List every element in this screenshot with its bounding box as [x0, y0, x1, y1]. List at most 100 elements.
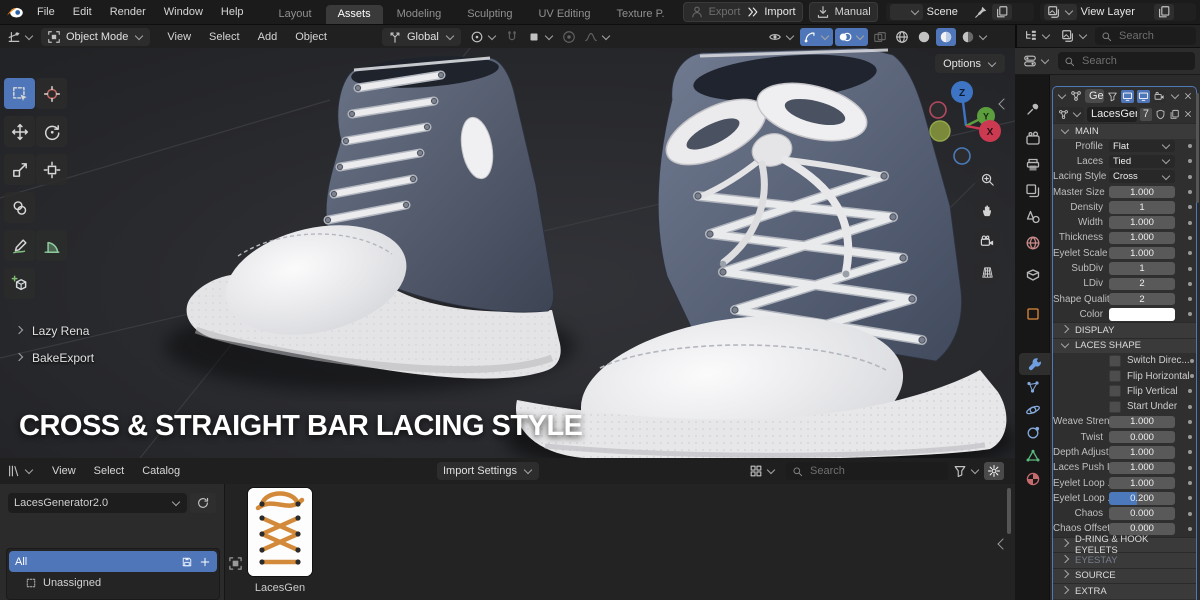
pivot-point-button[interactable] [467, 28, 500, 46]
asset-thumbnail[interactable] [248, 488, 312, 576]
asset-sidebar-collapse-icon[interactable] [997, 538, 1008, 549]
scene-close-icon[interactable] [1016, 5, 1030, 19]
mode-dropdown[interactable]: Object Mode [41, 28, 150, 46]
asset-menu-catalog[interactable]: Catalog [133, 465, 189, 477]
blender-logo-icon[interactable] [6, 3, 24, 21]
measure-tool-button[interactable] [36, 230, 67, 261]
asset-menu-select[interactable]: Select [85, 465, 134, 477]
animate-dot[interactable] [1188, 159, 1192, 163]
display-render-toggle[interactable] [1153, 90, 1166, 103]
viewport-menu-add[interactable]: Add [249, 31, 287, 43]
weave-stren-field[interactable]: 1.000 [1109, 416, 1175, 429]
tab-particles-tab[interactable] [1019, 376, 1047, 398]
laces-dropdown[interactable]: Tied [1109, 155, 1175, 168]
move-tool-button[interactable] [4, 116, 35, 147]
animate-dot[interactable] [1188, 405, 1192, 409]
annotate-tool-button[interactable] [4, 230, 35, 261]
zoom-in-button[interactable] [974, 166, 1000, 192]
shape-quality-field[interactable]: 2 [1109, 293, 1175, 306]
funnel-icon[interactable] [1107, 91, 1118, 102]
scene-copy-button[interactable] [992, 4, 1012, 20]
flip-vertical-checkbox[interactable] [1109, 385, 1121, 397]
catalog-all[interactable]: All [9, 551, 217, 572]
tab-render-tab[interactable] [1019, 128, 1047, 150]
visibility-eye-button[interactable] [765, 28, 798, 46]
properties-editor-type-button[interactable] [1020, 52, 1053, 70]
blob-tool-button[interactable] [4, 192, 35, 223]
properties-search-input[interactable] [1080, 54, 1189, 68]
settings-gear-button[interactable] [984, 462, 1004, 480]
asset-scrollbar[interactable] [1007, 488, 1011, 534]
animate-dot[interactable] [1188, 190, 1192, 194]
menu-render[interactable]: Render [101, 6, 155, 18]
import-settings-dropdown[interactable]: Import Settings [437, 462, 539, 480]
snap-target-button[interactable] [524, 28, 557, 46]
animate-dot[interactable] [1188, 450, 1192, 454]
filter-button[interactable] [950, 462, 983, 480]
animate-dot[interactable] [1188, 297, 1192, 301]
viewport-menu-object[interactable]: Object [286, 31, 336, 43]
properties-search[interactable] [1058, 52, 1195, 70]
tab-data-tab[interactable] [1019, 445, 1047, 467]
display-realtime-toggle[interactable] [1137, 90, 1150, 103]
animate-dot[interactable] [1188, 144, 1192, 148]
asset-editor-type-button[interactable] [4, 462, 37, 480]
node-group-name[interactable]: LacesGenerator [1087, 107, 1137, 122]
menu-help[interactable]: Help [212, 6, 253, 18]
profile-dropdown[interactable]: Flat [1109, 140, 1175, 153]
shading-rendered-button[interactable] [958, 28, 991, 46]
pin-icon[interactable] [974, 5, 988, 19]
shading-wireframe-button[interactable] [892, 28, 912, 46]
color-color-swatch[interactable] [1109, 308, 1175, 321]
tab-tool-tab[interactable] [1019, 98, 1047, 120]
animate-dot[interactable] [1188, 312, 1192, 316]
shield-icon[interactable] [1155, 109, 1166, 120]
chaos-offset-field[interactable]: 0.000 [1109, 523, 1175, 536]
eyelet-loop-slider[interactable]: 0.200 [1109, 492, 1175, 505]
animate-dot[interactable] [1188, 512, 1192, 516]
tab-output-tab[interactable] [1019, 154, 1047, 176]
export-button[interactable]: Export [709, 6, 741, 18]
width-field[interactable]: 1.000 [1109, 216, 1175, 229]
animate-dot[interactable] [1188, 420, 1192, 424]
rotate-tool-button[interactable] [36, 116, 67, 147]
import-button[interactable]: Import [764, 6, 795, 18]
tab-viewlayer-tab[interactable] [1019, 180, 1047, 202]
falloff-curve-button[interactable] [581, 28, 614, 46]
cursor-crosshair-tool-button[interactable] [36, 78, 67, 109]
view-layer-name[interactable]: View Layer [1081, 6, 1150, 18]
section-header-source[interactable]: SOURCE [1053, 568, 1196, 584]
section-header-main[interactable]: MAIN [1053, 123, 1196, 139]
add-cube-tool-button[interactable] [4, 268, 35, 299]
view-layer-close-icon[interactable] [1178, 5, 1192, 19]
animate-dot[interactable] [1188, 251, 1192, 255]
viewport-panel-bakeexport[interactable]: BakeExport [13, 351, 94, 365]
lacing-style-dropdown[interactable]: Cross [1109, 170, 1175, 183]
eyelet-loop-field[interactable]: 1.000 [1109, 477, 1175, 490]
proportional-edit-button[interactable] [559, 28, 579, 46]
overlays-button[interactable] [835, 28, 868, 46]
gizmo-arrow-button[interactable] [800, 28, 833, 46]
asset-search[interactable] [786, 462, 948, 480]
menu-window[interactable]: Window [155, 6, 212, 18]
tab-modeling[interactable]: Modeling [385, 5, 454, 24]
tab-layout[interactable]: Layout [267, 5, 324, 24]
xray-button[interactable] [870, 28, 890, 46]
tab-sculpting[interactable]: Sculpting [455, 5, 524, 24]
catalog-unassigned[interactable]: Unassigned [9, 572, 217, 593]
hand-pan-button[interactable] [974, 197, 1000, 223]
animate-dot[interactable] [1188, 205, 1192, 209]
navigation-gizmo[interactable]: ZYX [924, 78, 1008, 174]
animate-dot[interactable] [1188, 221, 1192, 225]
viewport-menu-select[interactable]: Select [200, 31, 249, 43]
animate-dot[interactable] [1188, 496, 1192, 500]
viewport-menu-view[interactable]: View [158, 31, 200, 43]
viewport-panel-lazy-rena[interactable]: Lazy Rena [13, 324, 94, 338]
3d-viewport[interactable]: CROSS & STRAIGHT BAR LACING STYLE Option… [0, 48, 1015, 458]
select-box-tool-button[interactable] [4, 78, 35, 109]
outliner-search[interactable] [1095, 27, 1196, 45]
refresh-library-button[interactable] [190, 493, 216, 513]
display-size-button[interactable] [746, 462, 779, 480]
camera-view-button[interactable] [974, 228, 1000, 254]
snap-magnet-button[interactable] [502, 28, 522, 46]
